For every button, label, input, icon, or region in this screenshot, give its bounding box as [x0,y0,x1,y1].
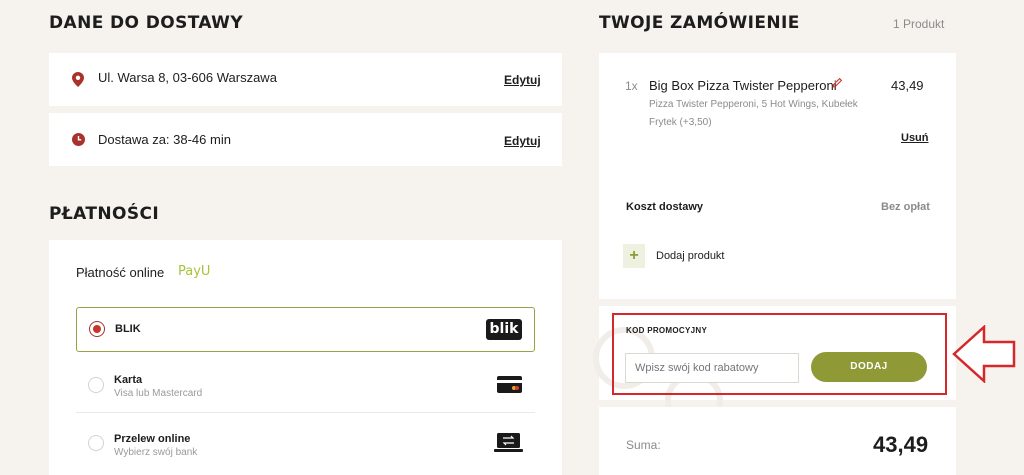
address-row: Ul. Warsa 8, 03-606 Warszawa Edytuj [49,53,562,106]
delivery-cost-value: Bez opłat [881,201,930,213]
card-icon [497,376,522,393]
order-heading: TWOJE ZAMÓWIENIE [599,13,800,33]
transfer-radio[interactable] [88,435,104,451]
card-subtitle: Visa lub Mastercard [114,388,203,399]
clock-icon [72,133,85,146]
item-name: Big Box Pizza Twister Pepperoni [649,78,837,93]
remove-item-link[interactable]: Usuń [901,132,929,144]
blik-logo: blik [486,319,522,340]
arrow-left-icon [952,325,1016,383]
item-qty: 1x [625,79,638,93]
delivery-time-row: Dostawa za: 38-46 min Edytuj [49,113,562,166]
card-radio[interactable] [88,377,104,393]
laptop-transfer-icon [494,433,523,452]
payment-option-transfer[interactable]: Przelew online Wybierz swój bank [76,423,535,471]
promo-apply-label: DODAJ [850,361,888,372]
delivery-heading: DANE DO DOSTAWY [49,13,244,33]
online-payment-label: Płatność online [76,265,165,280]
card-title: Karta [114,374,143,386]
summary-label: Suma: [626,438,661,452]
promo-code-input[interactable] [625,353,799,383]
edit-delivery-time-link[interactable]: Edytuj [504,134,541,148]
payment-option-blik[interactable]: BLIK blik [76,307,535,352]
transfer-subtitle: Wybierz swój bank [114,447,198,458]
item-details: Pizza Twister Pepperoni, 5 Hot Wings, Ku… [649,99,858,128]
payment-option-card[interactable]: Karta Visa lub Mastercard [76,364,535,412]
edit-address-link[interactable]: Edytuj [504,73,541,87]
order-card: 1x Big Box Pizza Twister Pepperoni 43,49… [599,53,956,299]
order-count: 1 Produkt [893,17,945,31]
promo-apply-button[interactable]: DODAJ [811,352,927,382]
location-pin-icon [72,72,84,87]
blik-radio[interactable] [89,321,105,337]
summary-card: Suma: 43,49 [599,407,956,475]
payu-logo: PayU [178,264,211,279]
add-product-button[interactable]: + Dodaj produkt [623,244,743,270]
plus-icon: + [623,244,645,268]
pencil-icon[interactable] [831,77,843,89]
promo-label: KOD PROMOCYJNY [626,326,708,335]
item-price: 43,49 [891,78,924,93]
payments-heading: PŁATNOŚCI [49,204,160,224]
delivery-time-text: Dostawa za: 38-46 min [98,132,231,147]
add-product-label: Dodaj produkt [656,250,725,262]
transfer-title: Przelew online [114,433,191,445]
delivery-cost-label: Koszt dostawy [626,201,704,213]
address-text: Ul. Warsa 8, 03-606 Warszawa [98,70,277,85]
divider [76,412,535,413]
blik-title: BLIK [115,323,141,335]
summary-total: 43,49 [873,432,929,457]
